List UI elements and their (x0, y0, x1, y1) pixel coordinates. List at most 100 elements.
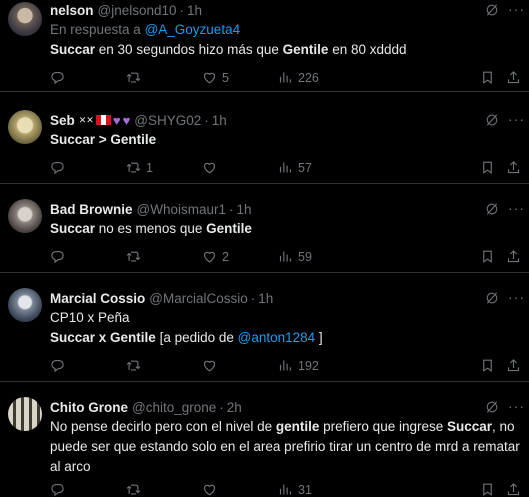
like-button[interactable] (202, 160, 222, 175)
heart-icon (202, 249, 217, 264)
bookmark-button[interactable] (480, 70, 495, 85)
share-button[interactable] (506, 249, 521, 264)
text-segment: Succar > Gentile (50, 132, 157, 147)
text-segment: ] (315, 330, 323, 345)
grok-icon[interactable] (485, 291, 499, 305)
author-name[interactable]: Marcial Cossio (50, 291, 145, 306)
tweet-header: Marcial Cossio @MarcialCossio · 1h (50, 288, 521, 308)
mention-link[interactable]: @anton1284 (238, 330, 316, 345)
tweet-text: No pense decirlo pero con el nivel de ge… (50, 417, 521, 477)
grok-icon[interactable] (485, 400, 499, 414)
tweet-time[interactable]: 1h (187, 3, 202, 18)
purple-heart-icon: ♥ (122, 112, 131, 128)
retweet-icon (126, 249, 141, 264)
more-icon[interactable]: ··· (508, 398, 525, 414)
like-button[interactable]: 2 (202, 249, 229, 264)
share-button[interactable] (506, 160, 521, 175)
reply-prefix: En respuesta a (50, 22, 141, 37)
tweet-actions: 5 226 (50, 70, 529, 88)
tweet-time[interactable]: 1h (237, 202, 252, 217)
author-handle[interactable]: @jnelsond10 (98, 3, 177, 18)
author-handle[interactable]: @Whoismaur1 (137, 202, 226, 217)
more-icon[interactable]: ··· (508, 289, 525, 305)
tweet-header: nelson @jnelsond10 · 1h (50, 0, 521, 20)
bookmark-button[interactable] (480, 482, 495, 497)
reply-to-link[interactable]: @A_Goyzueta4 (145, 22, 241, 37)
retweet-icon (126, 70, 141, 85)
tweet-time[interactable]: 1h (258, 291, 273, 306)
reply-icon (50, 70, 65, 85)
reply-button[interactable] (50, 249, 70, 264)
peru-flag-icon (95, 115, 111, 125)
view-count: 57 (298, 160, 312, 175)
separator-dot: · (219, 399, 224, 415)
tweet-time[interactable]: 1h (212, 113, 227, 128)
like-button[interactable] (202, 358, 222, 373)
avatar[interactable] (8, 288, 42, 322)
share-button[interactable] (506, 482, 521, 497)
views-icon (278, 70, 293, 85)
text-segment: Succar (446, 419, 493, 434)
like-button[interactable] (202, 482, 222, 497)
more-icon[interactable]: ··· (508, 111, 525, 127)
tweet-reply[interactable]: nelson @jnelsond10 · 1h En respuesta a @… (0, 0, 529, 92)
more-icon[interactable]: ··· (508, 200, 525, 216)
like-button[interactable]: 5 (202, 70, 229, 85)
author-handle[interactable]: @chito_grone (132, 400, 216, 415)
author-handle[interactable]: @SHYG02 (134, 113, 201, 128)
separator-dot: · (204, 112, 209, 128)
retweet-button[interactable] (126, 70, 146, 85)
more-icon[interactable]: ··· (508, 1, 525, 17)
tweet-text: Succar x Gentile [a pedido de @anton1284… (50, 328, 521, 348)
text-segment: Succar x Gentile (50, 330, 156, 345)
author-name[interactable]: nelson (50, 3, 94, 18)
text-segment: no es menos que (95, 221, 207, 236)
tweet-reply[interactable]: Chito Grone @chito_grone · 2h No pense d… (0, 387, 529, 497)
grok-icon[interactable] (485, 3, 499, 17)
views-button[interactable]: 31 (278, 482, 312, 497)
grok-icon[interactable] (485, 113, 499, 127)
author-name[interactable]: Seb (50, 113, 75, 128)
avatar[interactable] (8, 110, 42, 144)
retweet-count: 1 (146, 160, 153, 175)
text-segment: prefiero que ingrese (319, 419, 447, 434)
share-button[interactable] (506, 358, 521, 373)
views-button[interactable]: 57 (278, 160, 312, 175)
retweet-button[interactable] (126, 358, 146, 373)
views-icon (278, 482, 293, 497)
reply-button[interactable] (50, 70, 70, 85)
avatar[interactable] (8, 397, 42, 431)
author-name[interactable]: Chito Grone (50, 400, 128, 415)
avatar[interactable] (8, 199, 42, 233)
views-button[interactable]: 59 (278, 249, 312, 264)
bookmark-button[interactable] (480, 160, 495, 175)
bookmark-button[interactable] (480, 249, 495, 264)
avatar[interactable] (8, 2, 42, 36)
text-segment: [a pedido de (155, 330, 238, 345)
bookmark-icon (480, 160, 495, 175)
tweet-actions: 31 (50, 482, 529, 497)
retweet-button[interactable] (126, 482, 146, 497)
like-count: 5 (222, 70, 229, 85)
bookmark-icon (480, 249, 495, 264)
separator-dot: · (229, 201, 234, 217)
share-icon (506, 70, 521, 85)
tweet-reply[interactable]: Seb ✕✕ ♥ ♥ @SHYG02 · 1h Succar > Gentile… (0, 100, 529, 184)
grok-icon[interactable] (485, 202, 499, 216)
bookmark-button[interactable] (480, 358, 495, 373)
author-name[interactable]: Bad Brownie (50, 202, 133, 217)
tweet-reply[interactable]: Marcial Cossio @MarcialCossio · 1h CP10 … (0, 278, 529, 382)
views-icon (278, 249, 293, 264)
reply-button[interactable] (50, 358, 70, 373)
reply-button[interactable] (50, 482, 70, 497)
author-handle[interactable]: @MarcialCossio (149, 291, 247, 306)
views-button[interactable]: 226 (278, 70, 319, 85)
share-button[interactable] (506, 70, 521, 85)
views-button[interactable]: 192 (278, 358, 319, 373)
retweet-button[interactable] (126, 249, 146, 264)
reply-button[interactable] (50, 160, 70, 175)
tweet-reply[interactable]: Bad Brownie @Whoismaur1 · 1h Succar no e… (0, 189, 529, 273)
tweet-time[interactable]: 2h (227, 400, 242, 415)
separator-dot: · (250, 290, 256, 306)
retweet-button[interactable]: 1 (126, 160, 153, 175)
